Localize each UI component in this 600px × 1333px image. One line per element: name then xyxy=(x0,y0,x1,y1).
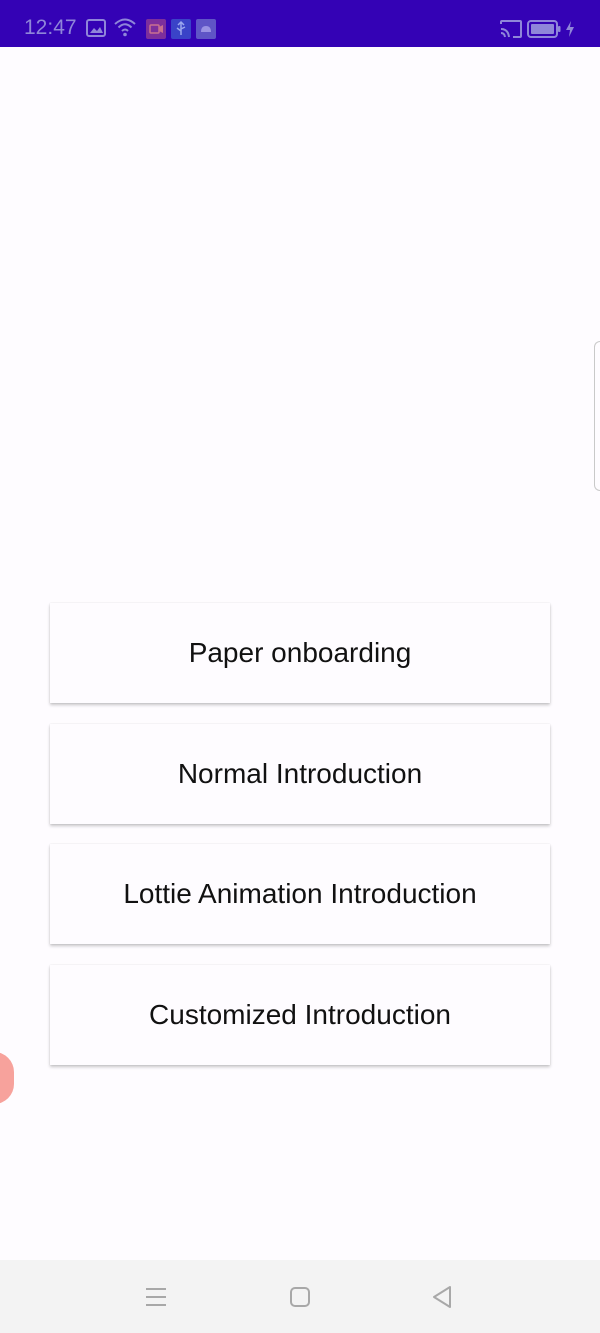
android-icon xyxy=(196,19,216,39)
normal-introduction-button[interactable]: Normal Introduction xyxy=(50,724,550,824)
paper-onboarding-button[interactable]: Paper onboarding xyxy=(50,603,550,703)
status-time: 12:47 xyxy=(24,16,77,39)
screen-record-icon xyxy=(146,19,166,39)
app-screen: 12:47 Paper onboarding Normal Introducti… xyxy=(0,0,600,1333)
nav-back-button[interactable] xyxy=(402,1260,482,1333)
menu-icon xyxy=(146,1287,166,1306)
back-triangle-icon xyxy=(433,1285,451,1308)
usb-icon xyxy=(171,19,191,39)
battery-icon xyxy=(527,20,561,38)
lottie-animation-introduction-button[interactable]: Lottie Animation Introduction xyxy=(50,844,550,944)
customized-introduction-button[interactable]: Customized Introduction xyxy=(50,965,550,1065)
charging-icon xyxy=(566,21,574,37)
cast-icon xyxy=(500,20,522,38)
floating-assistant-bubble[interactable] xyxy=(0,1052,14,1104)
status-bar: 12:47 xyxy=(0,0,600,47)
wifi-icon xyxy=(114,18,136,37)
image-icon xyxy=(86,19,106,37)
nav-menu-button[interactable] xyxy=(116,1260,196,1333)
nav-home-button[interactable] xyxy=(260,1260,340,1333)
edge-panel-handle[interactable] xyxy=(594,341,600,491)
home-square-icon xyxy=(290,1286,310,1307)
navigation-bar xyxy=(0,1260,600,1333)
